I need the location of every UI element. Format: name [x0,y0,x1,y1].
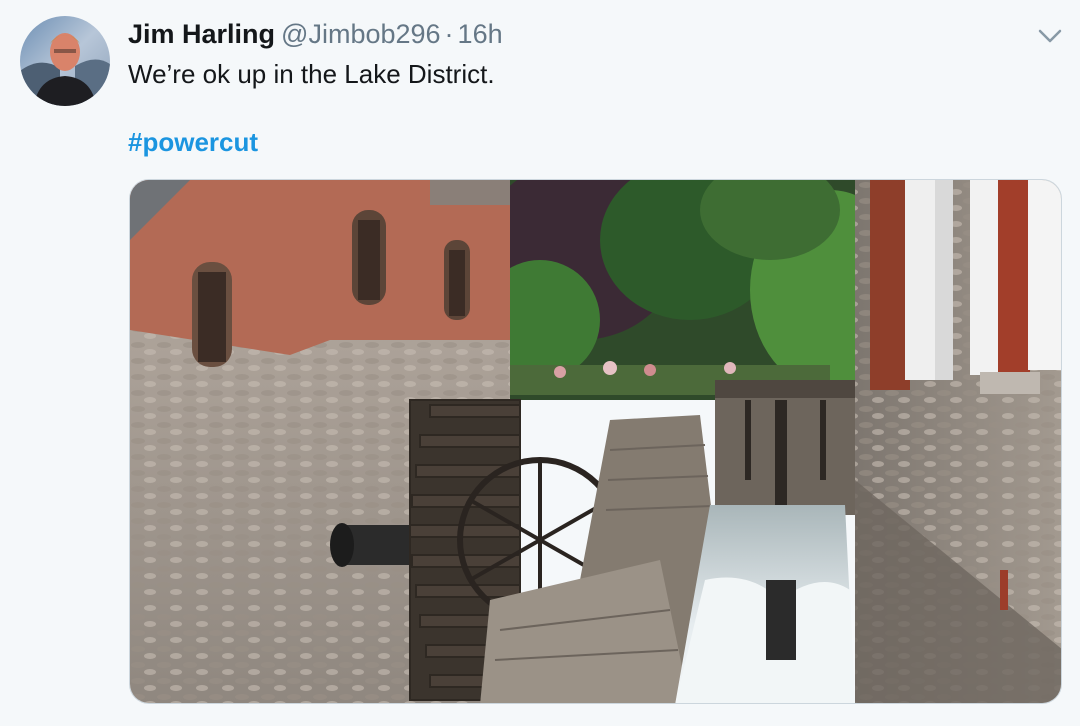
avatar[interactable] [20,16,110,106]
water-mill-photo [130,180,1061,703]
tweet-card: Jim Harling @Jimbob296 · 16h We’re ok up in… [0,0,1080,726]
author-name[interactable]: Jim Harling [128,19,275,49]
hashtag-link[interactable]: #powercut [128,126,258,158]
tweet-header: Jim Harling @Jimbob296 · 16h [128,17,503,51]
chevron-down-icon[interactable] [1034,22,1066,50]
author-handle[interactable]: @Jimbob296 [281,19,441,49]
timestamp[interactable]: 16h [458,19,503,49]
tweet-photo[interactable] [129,179,1062,704]
avatar-image [20,16,110,106]
separator-dot: · [444,19,454,49]
tweet-text: We’re ok up in the Lake District. [128,59,495,89]
